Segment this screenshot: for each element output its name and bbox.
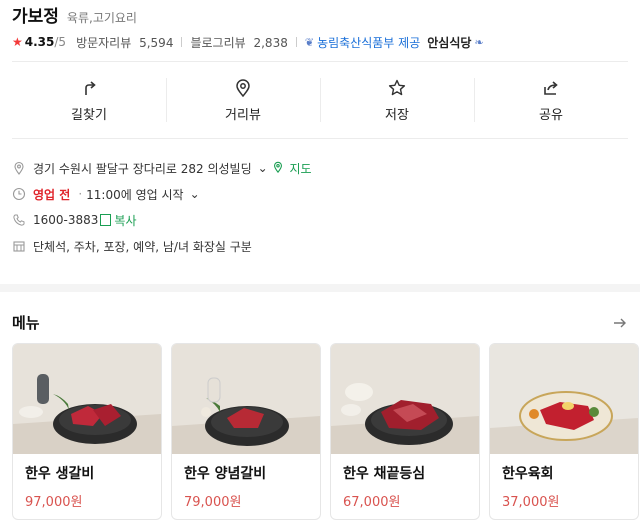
copy-icon xyxy=(100,213,112,226)
chevron-down-icon[interactable]: ⌄ xyxy=(258,161,268,175)
phone-row: 1600-3883 복사 xyxy=(12,207,628,233)
clock-icon xyxy=(12,187,26,201)
place-info: 경기 수원시 팔달구 장다리로 282 의성빌딩 ⌄ 지도 영업 전 · 11:… xyxy=(12,155,628,259)
menu-card[interactable]: 한우 채끝등심 67,000원 xyxy=(330,343,480,520)
menu-name: 한우육회 xyxy=(502,466,554,482)
menu-photo-graphic xyxy=(331,344,479,454)
menu-name: 한우 채끝등심 xyxy=(343,466,426,482)
share-icon xyxy=(544,80,558,95)
business-hours: 11:00에 영업 시작 xyxy=(86,187,184,202)
menu-name: 한우 생갈비 xyxy=(25,466,95,482)
menu-title: 메뉴 xyxy=(12,314,40,332)
street-view-button[interactable]: 거리뷰 xyxy=(166,62,320,138)
menu-list: 한우 생갈비 97,000원 한우 양념갈비 79,000원 한우 채끝등심 6… xyxy=(12,343,639,520)
menu-card[interactable]: 한우 생갈비 97,000원 xyxy=(12,343,162,520)
phone-number: 1600-3883 xyxy=(33,213,99,227)
map-pin-icon xyxy=(273,161,282,173)
map-link[interactable]: 지도 xyxy=(272,160,312,177)
business-status: 영업 전 xyxy=(33,187,71,202)
visitor-reviews-link[interactable]: 방문자리뷰 5,594 xyxy=(76,34,173,51)
menu-price: 79,000원 xyxy=(184,495,242,510)
share-label: 공유 xyxy=(539,107,563,123)
blog-reviews-count: 2,838 xyxy=(253,35,288,50)
address-text: 경기 수원시 팔달구 장다리로 282 의성빌딩 xyxy=(33,161,252,176)
share-button[interactable]: 공유 xyxy=(474,62,628,138)
certification-link[interactable]: ❦ 농림축산식품부 제공 안심식당 ❧ xyxy=(305,34,484,51)
save-button[interactable]: 저장 xyxy=(320,62,474,138)
chevron-down-icon[interactable]: ⌄ xyxy=(190,187,200,201)
place-header: 가보정 육류,고기요리 ★ 4.35 /5 방문자리뷰 5,594 블로그리뷰 … xyxy=(12,2,628,54)
save-label: 저장 xyxy=(385,107,409,123)
place-name: 가보정 xyxy=(12,7,59,27)
rating-row: ★ 4.35 /5 방문자리뷰 5,594 블로그리뷰 2,838 ❦ 농림축산… xyxy=(12,30,628,54)
star-icon xyxy=(388,79,406,95)
separator-dot: · xyxy=(78,187,83,201)
laurel-right-icon: ❧ xyxy=(474,35,484,49)
divider xyxy=(181,37,183,47)
menu-header: 메뉴 xyxy=(12,312,628,333)
menu-photo-graphic xyxy=(13,344,161,454)
menu-photo xyxy=(331,344,479,454)
blog-reviews-label: 블로그리뷰 xyxy=(190,35,246,50)
menu-name: 한우 양념갈비 xyxy=(184,466,267,482)
arrow-right-icon[interactable] xyxy=(612,315,628,331)
rating-value: 4.35 xyxy=(24,35,55,49)
location-pin-icon xyxy=(236,78,250,97)
certification-text: 농림축산식품부 제공 xyxy=(317,35,421,50)
address-row: 경기 수원시 팔달구 장다리로 282 의성빌딩 ⌄ 지도 xyxy=(12,155,628,181)
building-icon xyxy=(13,241,25,252)
section-divider xyxy=(0,284,640,292)
directions-label: 길찾기 xyxy=(71,107,107,123)
map-label: 지도 xyxy=(289,161,312,176)
copy-button[interactable]: 복사 xyxy=(98,212,137,229)
menu-photo-graphic xyxy=(172,344,320,454)
menu-photo-graphic xyxy=(490,344,638,454)
action-bar: 길찾기 거리뷰 저장 공유 xyxy=(12,61,628,139)
place-category: 육류,고기요리 xyxy=(66,11,137,25)
rating-star-icon: ★ xyxy=(12,35,23,49)
directions-icon xyxy=(85,80,96,95)
menu-photo xyxy=(490,344,638,454)
visitor-reviews-label: 방문자리뷰 xyxy=(76,35,132,50)
phone-icon xyxy=(13,214,25,226)
menu-photo xyxy=(172,344,320,454)
amenities-row: 단체석, 주차, 포장, 예약, 남/녀 화장실 구분 xyxy=(12,233,628,259)
blog-reviews-link[interactable]: 블로그리뷰 2,838 xyxy=(190,34,287,51)
hours-row[interactable]: 영업 전 · 11:00에 영업 시작 ⌄ xyxy=(12,181,628,207)
directions-button[interactable]: 길찾기 xyxy=(12,62,166,138)
street-view-label: 거리뷰 xyxy=(225,107,261,123)
amenities-text: 단체석, 주차, 포장, 예약, 남/녀 화장실 구분 xyxy=(33,239,252,254)
menu-price: 37,000원 xyxy=(502,495,560,510)
location-pin-icon xyxy=(14,161,24,175)
menu-card[interactable]: 한우육회 37,000원 xyxy=(489,343,639,520)
menu-card[interactable]: 한우 양념갈비 79,000원 xyxy=(171,343,321,520)
rating-max: /5 xyxy=(54,35,67,49)
menu-photo xyxy=(13,344,161,454)
menu-price: 97,000원 xyxy=(25,495,83,510)
laurel-left-icon: ❦ xyxy=(304,35,315,49)
menu-price: 67,000원 xyxy=(343,495,401,510)
visitor-reviews-count: 5,594 xyxy=(139,35,174,50)
divider xyxy=(295,37,297,47)
certification-badge: 안심식당 xyxy=(427,35,472,50)
copy-label: 복사 xyxy=(114,213,137,228)
